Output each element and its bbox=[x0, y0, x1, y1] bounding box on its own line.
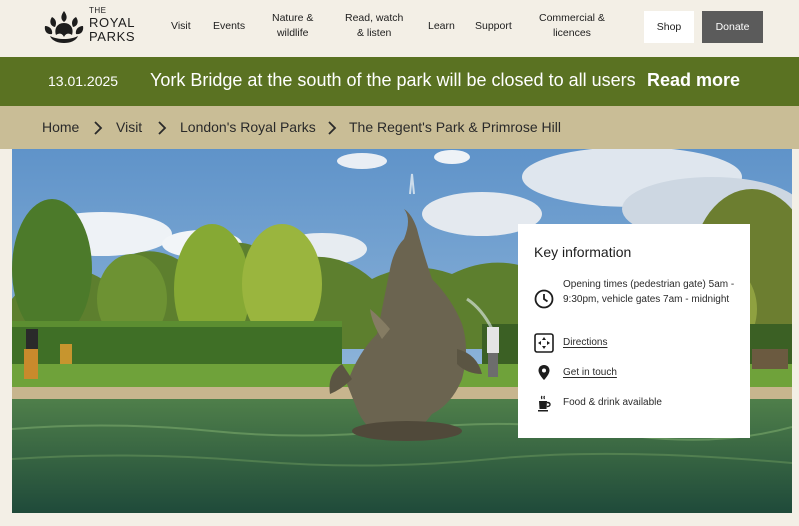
breadcrumb: Home Visit London's Royal Parks The Rege… bbox=[0, 106, 799, 149]
royal-parks-crest-icon bbox=[44, 11, 84, 43]
nav-learn[interactable]: Learn bbox=[428, 19, 455, 34]
alert-date: 13.01.2025 bbox=[48, 73, 119, 89]
location-pin-icon bbox=[538, 365, 550, 380]
nav-visit[interactable]: Visit bbox=[171, 19, 191, 34]
nav-events[interactable]: Events bbox=[213, 19, 245, 34]
logo-line-parks: PARKS bbox=[89, 29, 136, 44]
alert-message: York Bridge at the south of the park wil… bbox=[150, 70, 636, 90]
chevron-right-icon bbox=[94, 121, 103, 135]
royal-parks-logo[interactable]: THE ROYAL PARKS bbox=[42, 7, 142, 47]
donate-button[interactable]: Donate bbox=[702, 11, 763, 43]
opening-times-row: Opening times (pedestrian gate) 5am - 9:… bbox=[534, 277, 739, 323]
nav-support[interactable]: Support bbox=[475, 19, 512, 34]
breadcrumb-home[interactable]: Home bbox=[42, 119, 79, 135]
food-drink-text: Food & drink available bbox=[563, 397, 662, 408]
directions-row[interactable]: Directions bbox=[534, 333, 739, 355]
nav-commercial-licences[interactable]: Commercial & licences bbox=[539, 11, 605, 41]
contact-row[interactable]: Get in touch bbox=[534, 363, 739, 385]
alert-banner: 13.01.2025 York Bridge at the south of t… bbox=[0, 57, 799, 106]
logo-line-royal: ROYAL bbox=[89, 15, 136, 30]
breadcrumb-current-page: The Regent's Park & Primrose Hill bbox=[349, 119, 561, 135]
food-drink-row: Food & drink available bbox=[534, 393, 739, 415]
nav-read-watch-listen[interactable]: Read, watch & listen bbox=[345, 11, 403, 41]
chevron-right-icon bbox=[328, 121, 337, 135]
site-header: THE ROYAL PARKS Visit Events Nature & wi… bbox=[0, 0, 799, 57]
clock-icon bbox=[534, 289, 554, 309]
key-information-title: Key information bbox=[534, 244, 632, 260]
page-bottom-strip bbox=[0, 513, 799, 526]
opening-times-text: Opening times (pedestrian gate) 5am - 9:… bbox=[563, 279, 735, 305]
key-information-card: Key information Opening times (pedestria… bbox=[518, 224, 750, 438]
get-in-touch-link[interactable]: Get in touch bbox=[563, 365, 738, 380]
directions-link[interactable]: Directions bbox=[563, 335, 738, 350]
nav-nature-wildlife[interactable]: Nature & wildlife bbox=[272, 11, 313, 41]
breadcrumb-visit[interactable]: Visit bbox=[116, 119, 142, 135]
logo-line-the: THE bbox=[89, 6, 107, 15]
coffee-cup-icon bbox=[538, 395, 551, 412]
logo-wordmark: THE ROYAL PARKS bbox=[89, 6, 136, 44]
shop-button[interactable]: Shop bbox=[644, 11, 694, 43]
breadcrumb-londons-royal-parks[interactable]: London's Royal Parks bbox=[180, 119, 316, 135]
read-more-link[interactable]: Read more bbox=[647, 70, 740, 91]
chevron-right-icon bbox=[158, 121, 167, 135]
directions-icon bbox=[534, 333, 554, 353]
